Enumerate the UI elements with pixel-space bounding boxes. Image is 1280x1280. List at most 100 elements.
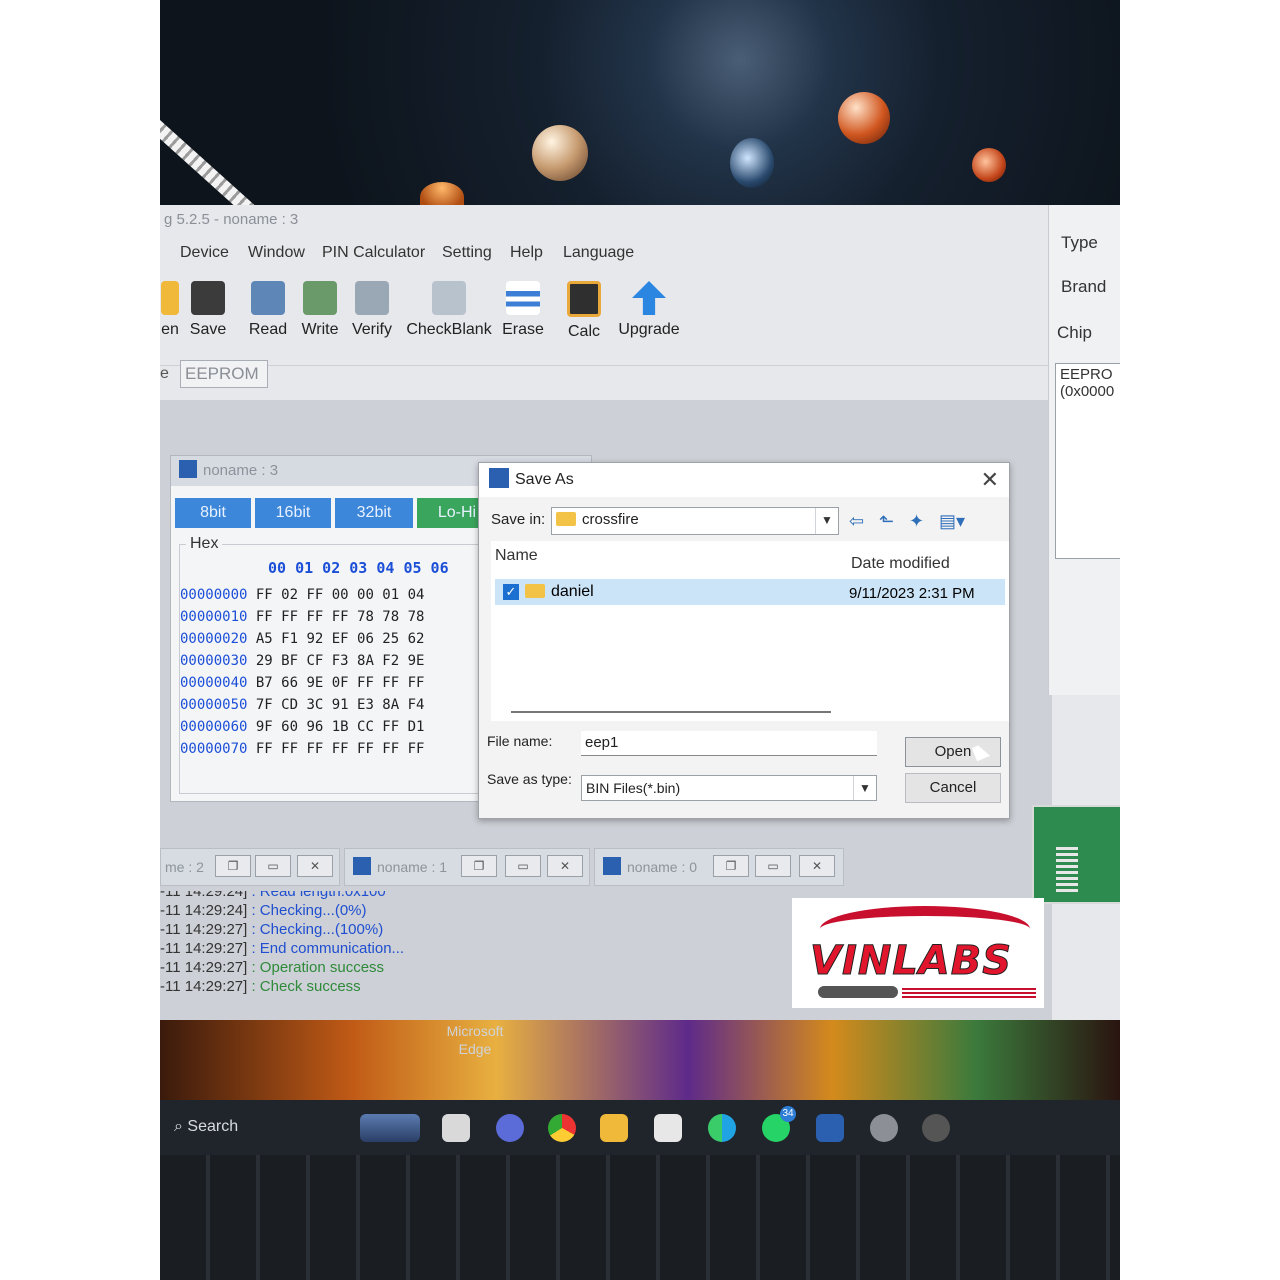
dialog-titlebar: Save As — [479, 463, 1009, 497]
up-folder-icon[interactable]: ⬑ — [879, 511, 894, 532]
back-arrow-icon[interactable]: ⇦ — [849, 511, 864, 532]
write-button[interactable]: Write — [298, 281, 342, 339]
hex-row: 00000030 29 BF CF F3 8A F2 9E — [180, 653, 424, 669]
menu-device[interactable]: Device — [180, 244, 229, 262]
hex-bytes: 9F 60 96 1B CC FF D1 — [255, 719, 425, 735]
file-name-cell: daniel — [525, 583, 594, 601]
meet-icon[interactable] — [496, 1114, 524, 1142]
checkblank-button[interactable]: CheckBlank — [404, 281, 494, 339]
chip-type-field[interactable]: EEPROM — [180, 360, 268, 388]
planet-decoration — [972, 148, 1006, 182]
menu-setting[interactable]: Setting — [442, 244, 492, 262]
hex-bytes: A5 F1 92 EF 06 25 62 — [255, 631, 425, 647]
hex-address: 00000040 — [180, 675, 248, 691]
log-message: : Checking...(100%) — [251, 921, 384, 938]
cancel-button[interactable]: Cancel — [905, 773, 1001, 803]
log-message: : End communication... — [251, 940, 405, 957]
mode-8bit-button[interactable]: 8bit — [175, 498, 251, 528]
erase-button[interactable]: Erase — [500, 281, 546, 339]
file-name-input[interactable]: eep1 — [581, 731, 877, 756]
log-timestamp: -11 14:29:24] — [160, 902, 248, 919]
verify-button[interactable]: Verify — [350, 281, 394, 339]
date-column-header[interactable]: Date modified — [851, 555, 950, 573]
task-view-icon[interactable] — [442, 1114, 470, 1142]
chip-info-line: EEPRO — [1060, 366, 1113, 383]
read-label: Read — [248, 321, 288, 338]
checkbox-icon[interactable]: ✓ — [503, 584, 519, 600]
log-message: : Read length:0x100 — [251, 883, 386, 900]
log-message: : Checking...(0%) — [251, 902, 367, 919]
logo-stripes — [902, 988, 1036, 1000]
weather-widget-icon[interactable] — [360, 1114, 420, 1142]
notification-badge: 34 — [780, 1106, 796, 1122]
restore-icon[interactable]: ❐ — [215, 855, 251, 877]
save-as-dialog: Save As ✕ Save in: crossfire ▼ ⇦ ⬑ ✦ ▤▾ … — [478, 462, 1010, 819]
mode-16bit-button[interactable]: 16bit — [255, 498, 331, 528]
wallpaper — [160, 0, 1120, 210]
hex-address: 00000020 — [180, 631, 248, 647]
menu-window[interactable]: Window — [248, 244, 305, 262]
desktop-shortcut-label[interactable]: Microsoft Edge — [430, 1022, 520, 1058]
calc-button[interactable]: Calc — [564, 281, 604, 341]
upgrade-button[interactable]: Upgrade — [616, 281, 682, 339]
write-chip-icon — [303, 281, 337, 315]
read-chip-icon — [251, 281, 285, 315]
menu-language[interactable]: Language — [563, 244, 634, 262]
hex-row: 00000000 FF 02 FF 00 00 01 04 — [180, 587, 424, 603]
menu-pin-calculator[interactable]: PIN Calculator — [322, 244, 425, 262]
file-list[interactable]: Name Date modified ✓ daniel 9/11/2023 2:… — [491, 541, 1009, 721]
edge-icon[interactable] — [708, 1114, 736, 1142]
calculator-icon — [567, 281, 601, 317]
folder-icon — [525, 584, 545, 598]
restore-icon[interactable]: ❐ — [713, 855, 749, 877]
logo-text: VINLABS — [809, 938, 1013, 985]
read-button[interactable]: Read — [246, 281, 290, 339]
search-icon: ⌕ — [174, 1118, 183, 1135]
close-icon[interactable]: ✕ — [799, 855, 835, 877]
new-folder-icon[interactable]: ✦ — [909, 511, 924, 532]
mode-32bit-button[interactable]: 32bit — [335, 498, 413, 528]
hex-bytes: FF 02 FF 00 00 01 04 — [255, 587, 425, 603]
checkblank-label: CheckBlank — [406, 321, 492, 338]
chrome-icon[interactable] — [548, 1114, 576, 1142]
file-name-label: File name: — [487, 733, 553, 749]
open-label: en — [161, 321, 179, 338]
hex-group-label: Hex — [186, 535, 223, 553]
app-icon[interactable] — [922, 1114, 950, 1142]
minimize-icon[interactable]: ▭ — [255, 855, 291, 877]
taskbar-search[interactable]: ⌕ Search — [174, 1112, 344, 1142]
save-as-type-select[interactable]: BIN Files(*.bin) ▼ — [581, 775, 877, 801]
minimize-icon[interactable]: ▭ — [505, 855, 541, 877]
list-item[interactable]: ✓ daniel 9/11/2023 2:31 PM — [495, 579, 1005, 605]
view-menu-icon[interactable]: ▤▾ — [939, 511, 965, 532]
verify-icon — [355, 281, 389, 315]
programmer-app-icon[interactable] — [816, 1114, 844, 1142]
close-icon[interactable]: ✕ — [297, 855, 333, 877]
save-button[interactable]: Save — [188, 281, 228, 339]
menu-help[interactable]: Help — [510, 244, 543, 262]
log-timestamp: -11 14:29:24] — [160, 883, 248, 900]
save-in-combo[interactable]: crossfire ▼ — [551, 507, 839, 535]
horizontal-scrollbar[interactable] — [511, 711, 831, 713]
open-button[interactable]: en — [160, 281, 180, 339]
store-icon[interactable] — [654, 1114, 682, 1142]
hex-address: 00000000 — [180, 587, 248, 603]
name-column-header[interactable]: Name — [495, 547, 538, 565]
close-icon[interactable]: ✕ — [547, 855, 583, 877]
chevron-down-icon: ▼ — [815, 508, 838, 534]
save-as-type-label: Save as type: — [487, 771, 572, 787]
app-icon[interactable] — [870, 1114, 898, 1142]
erase-icon — [506, 281, 540, 315]
laptop-keyboard — [160, 1155, 1120, 1280]
desktop-wallpaper — [160, 1020, 1120, 1100]
restore-icon[interactable]: ❐ — [461, 855, 497, 877]
hex-bytes: 29 BF CF F3 8A F2 9E — [255, 653, 425, 669]
screen-photo: g 5.2.5 - noname : 3 Device Window PIN C… — [160, 0, 1120, 1280]
close-icon[interactable]: ✕ — [981, 467, 999, 493]
log-line: -11 14:29:24] : Checking...(0%) — [160, 901, 367, 920]
window-title: g 5.2.5 - noname : 3 — [164, 211, 299, 228]
app-logo-icon — [603, 857, 621, 875]
minimize-icon[interactable]: ▭ — [755, 855, 791, 877]
file-explorer-icon[interactable] — [600, 1114, 628, 1142]
save-in-value: crossfire — [582, 511, 639, 528]
